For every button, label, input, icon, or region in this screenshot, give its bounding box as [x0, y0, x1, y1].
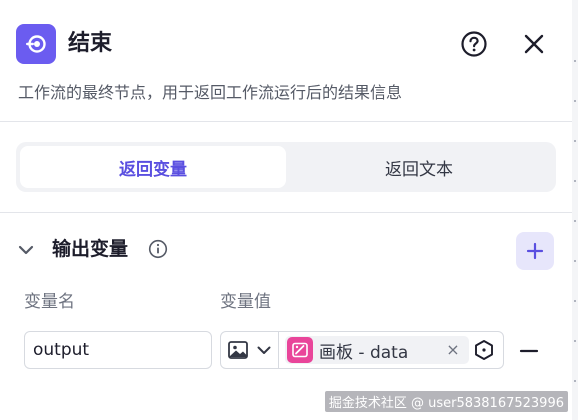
- close-icon[interactable]: [520, 30, 548, 58]
- divider: [0, 212, 572, 213]
- reference-label: 画板 - data: [319, 342, 409, 363]
- canvas-edge: [572, 0, 578, 420]
- tab-return-variables[interactable]: 返回变量: [20, 146, 286, 188]
- remove-reference-icon[interactable]: ×: [443, 339, 463, 359]
- column-header-value: 变量值: [220, 292, 271, 312]
- remove-row-button[interactable]: [518, 340, 540, 362]
- node-description: 工作流的最终节点，用于返回工作流运行后的结果信息: [18, 83, 403, 102]
- variable-name-input[interactable]: [24, 331, 212, 369]
- value-type-select[interactable]: [221, 332, 279, 368]
- tab-bar: 返回变量 返回文本: [16, 142, 556, 192]
- minus-icon: [519, 349, 539, 353]
- help-icon[interactable]: [460, 30, 488, 58]
- variable-reference-icon[interactable]: [473, 339, 495, 361]
- watermark: 掘金技术社区 @ user5838167523996: [324, 391, 568, 412]
- plus-icon: [526, 242, 544, 260]
- end-node-panel: 结束 工作流的最终节点，用于返回工作流运行后的结果信息 返回变量 返回文本 输出…: [0, 0, 572, 420]
- info-icon[interactable]: [148, 239, 168, 259]
- section-title: 输出变量: [52, 238, 129, 260]
- output-section-header: 输出变量: [16, 232, 556, 270]
- variable-reference-tag[interactable]: 画板 - data ×: [285, 336, 469, 364]
- chevron-down-icon[interactable]: [16, 240, 36, 260]
- end-node-icon: [16, 24, 56, 64]
- page-title: 结束: [68, 31, 113, 56]
- panel-header: 结束: [16, 24, 556, 64]
- canvas-icon: [287, 337, 313, 363]
- variable-value-field: 画板 - data ×: [220, 331, 504, 369]
- chevron-down-icon: [257, 346, 271, 354]
- add-variable-button[interactable]: [516, 232, 554, 270]
- tab-return-text[interactable]: 返回文本: [286, 146, 552, 188]
- column-header-name: 变量名: [24, 292, 75, 312]
- image-icon: [228, 341, 248, 359]
- divider: [0, 121, 572, 122]
